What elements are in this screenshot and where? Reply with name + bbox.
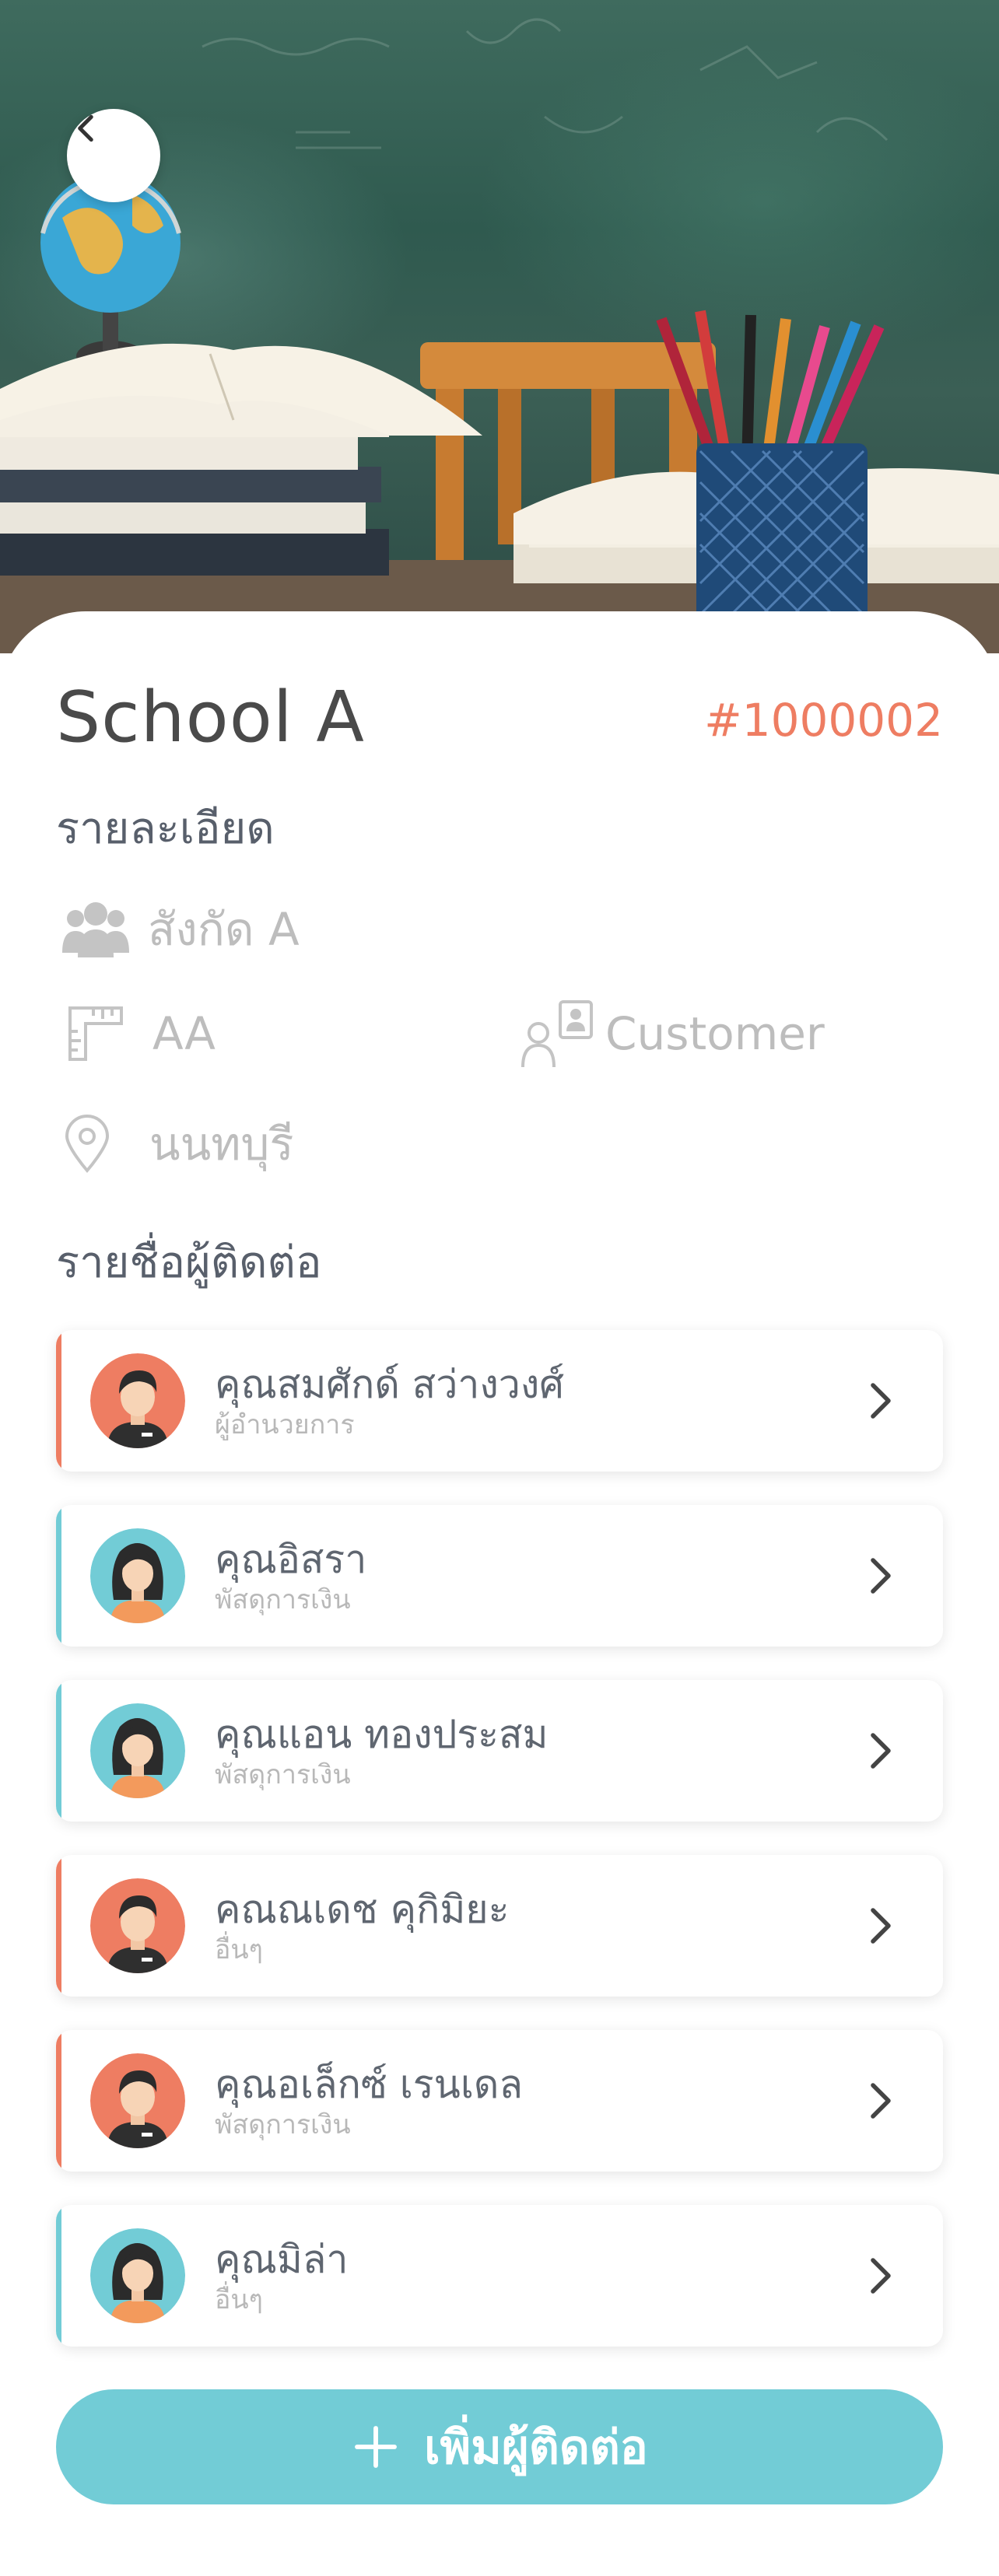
users-icon <box>62 894 140 964</box>
ruler-icon <box>67 999 145 1069</box>
contact-role: พัสดุการเงิน <box>215 1584 351 1615</box>
contact-item[interactable]: คุณอเล็กซ์ เรนเดล พัสดุการเงิน <box>56 2030 943 2172</box>
accent-bar <box>56 1330 61 1472</box>
avatar <box>90 1878 185 1973</box>
contact-role: พัสดุการเงิน <box>215 2109 351 2140</box>
type-text: Customer <box>605 1007 825 1060</box>
contact-name: คุณอเล็กซ์ เรนเดล <box>215 2062 524 2107</box>
avatar <box>90 1703 185 1798</box>
contact-role: อื่นๆ <box>215 1934 263 1965</box>
contact-item[interactable]: คณณเดช คุกิมิยะ อื่นๆ <box>56 1855 943 1997</box>
chevron-right-icon <box>871 1908 891 1944</box>
contact-name: คุณมิล่า <box>215 2237 349 2282</box>
chevron-left-icon <box>78 114 93 142</box>
chevron-right-icon <box>871 2258 891 2294</box>
contact-list: คุณสมศักด์ สว่างวงศ์ ผู้อำนวยการ คุณอิสร… <box>56 1330 943 2380</box>
location-text: นนทบุรี <box>149 1118 294 1171</box>
accent-bar <box>56 1505 61 1647</box>
chevron-right-icon <box>871 2083 891 2119</box>
contact-item[interactable]: คุณสมศักด์ สว่างวงศ์ ผู้อำนวยการ <box>56 1330 943 1472</box>
contact-item[interactable]: คุณอิสรา พัสดุการเงิน <box>56 1505 943 1647</box>
contact-role: พัสดุการเงิน <box>215 1759 351 1790</box>
contact-item[interactable]: คุณมิล่า อื่นๆ <box>56 2205 943 2347</box>
avatar <box>90 1353 185 1448</box>
avatar <box>90 1528 185 1623</box>
school-name: School A <box>56 677 365 758</box>
map-pin-icon <box>64 1109 142 1179</box>
size-row: AA <box>67 999 216 1069</box>
back-button[interactable] <box>67 109 160 202</box>
contact-name: คุณสมศักด์ สว่างวงศ์ <box>215 1362 564 1407</box>
school-code: #1000002 <box>704 694 943 747</box>
size-text: AA <box>152 1007 216 1060</box>
contact-item[interactable]: คุณแอน ทองประสม พัสดุการเงิน <box>56 1680 943 1822</box>
add-contact-button[interactable]: เพิ่มผู้ติดต่อ <box>56 2389 943 2504</box>
chevron-right-icon <box>871 1558 891 1594</box>
contact-name: คุณแอน ทองประสม <box>215 1712 549 1757</box>
hero-image <box>0 0 999 653</box>
avatar <box>90 2053 185 2148</box>
contact-card-icon <box>520 999 598 1069</box>
contact-name: คุณอิสรา <box>215 1537 367 1582</box>
avatar <box>90 2228 185 2323</box>
add-contact-label: เพิ่มผู้ติดต่อ <box>424 2420 648 2475</box>
chevron-right-icon <box>871 1733 891 1769</box>
chevron-right-icon <box>871 1383 891 1419</box>
affiliation-row: สังกัด A <box>62 893 300 965</box>
contact-name: คณณเดช คุกิมิยะ <box>215 1887 510 1932</box>
contacts-title: รายชื่อผู้ติดต่อ <box>56 1237 322 1288</box>
contact-role: อื่นๆ <box>215 2284 263 2315</box>
location-row: นนทบุรี <box>64 1108 294 1180</box>
type-row: Customer <box>520 999 825 1069</box>
accent-bar <box>56 2205 61 2347</box>
accent-bar <box>56 1855 61 1997</box>
accent-bar <box>56 1680 61 1822</box>
affiliation-text: สังกัด A <box>148 903 300 956</box>
details-title: รายละเอียด <box>56 803 275 854</box>
plus-icon <box>355 2426 398 2468</box>
contact-role: ผู้อำนวยการ <box>215 1409 355 1440</box>
accent-bar <box>56 2030 61 2172</box>
